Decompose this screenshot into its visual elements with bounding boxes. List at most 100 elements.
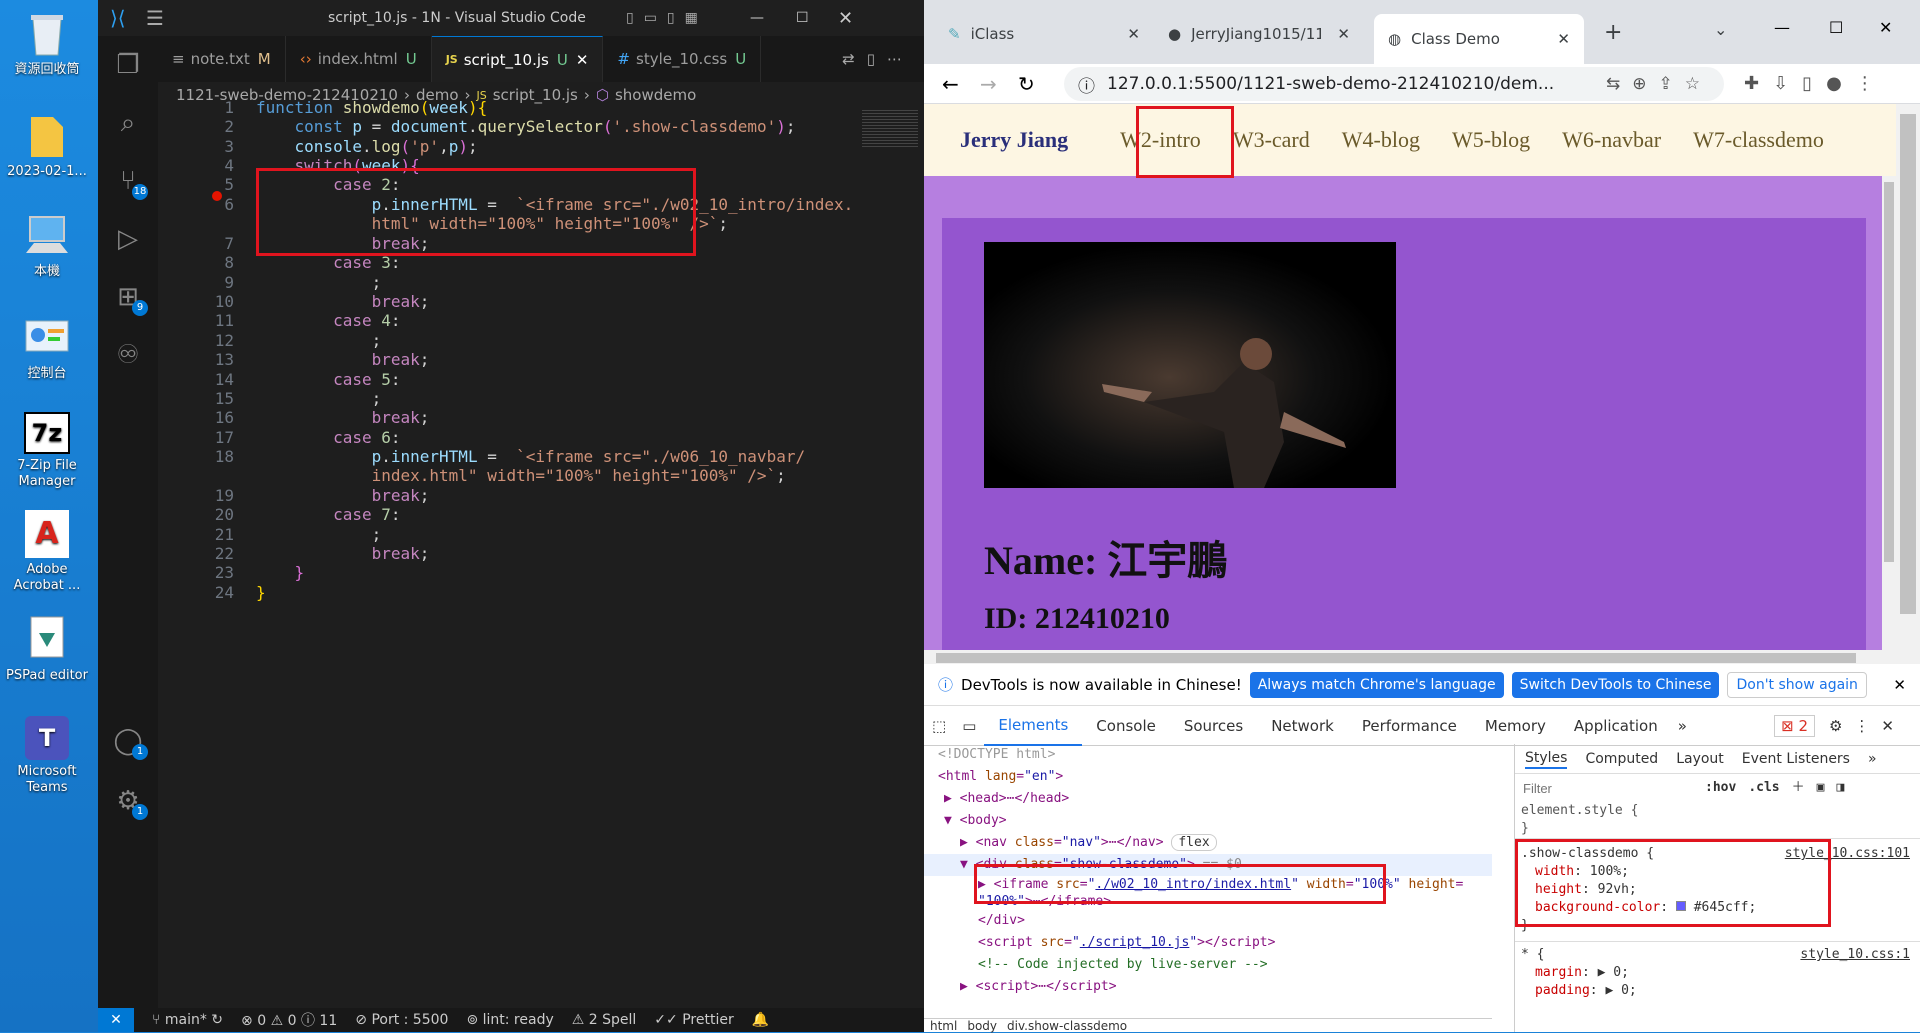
rule-source-link[interactable]: style_10.css:1 [1800,946,1910,964]
styles-filter-input[interactable] [1523,780,1693,796]
dom-crumb[interactable]: body [967,1019,997,1033]
tab-class-demo[interactable]: ◍ Class Demo ✕ [1374,14,1584,64]
tab-iclass[interactable]: ✎ iClass ✕ [934,12,1154,56]
extensions-icon[interactable]: ⊞ 9 [98,268,158,326]
page-scrollbar-right[interactable] [1896,104,1920,664]
info-icon[interactable]: ⓘ [1078,72,1095,97]
spell-indicator[interactable]: ⚠ 2 Spell [572,1012,637,1028]
site-brand[interactable]: Jerry Jiang [924,127,1104,153]
desktop-icon-pspad[interactable]: PSPad editor [0,614,94,684]
maximize-button[interactable]: ☐ [796,10,809,26]
tab-application[interactable]: Application [1560,706,1672,746]
tab-close-icon[interactable]: ✕ [1337,25,1350,43]
address-actions-icons[interactable]: ⇆⊕⇪☆ [1606,74,1712,94]
tab-script-js[interactable]: JS script_10.js U ✕ [431,36,604,82]
editor-actions-icons[interactable]: ⇄▯⋯ [842,36,924,82]
dont-show-again-button[interactable]: Don't show again [1727,671,1867,698]
nav-link-w7-classdemo[interactable]: W7-classdemo [1677,127,1840,153]
desktop-icon-control-panel[interactable]: 控制台 [0,312,94,382]
dom-tree[interactable]: <!DOCTYPE html> <html lang="en"> ▶ <head… [924,744,1492,1008]
line-number: 7 [224,234,234,253]
nav-link-w6-navbar[interactable]: W6-navbar [1546,127,1677,153]
vertical-scrollbar[interactable] [1882,176,1896,664]
match-language-button[interactable]: Always match Chrome's language [1249,671,1504,698]
device-toolbar-icon[interactable]: ▭ [954,717,984,735]
back-icon[interactable]: ← [942,72,959,96]
minimize-button[interactable]: — [1774,18,1790,37]
address-bar[interactable]: ⓘ 127.0.0.1:5500/1121-sweb-demo-212410210… [1064,67,1724,101]
error-badge[interactable]: ⊠ 2 [1774,714,1815,737]
dom-crumb[interactable]: html [930,1019,957,1033]
close-button[interactable]: ✕ [838,8,853,29]
reload-icon[interactable]: ↻ [1018,72,1035,96]
tab-layout[interactable]: Layout [1676,750,1724,768]
remote-icon[interactable]: ✕ [98,1008,134,1032]
accounts-icon[interactable]: ◯ 1 [98,712,158,770]
tab-styles[interactable]: Styles [1525,749,1568,769]
explorer-icon[interactable]: ❐ [98,36,158,94]
tab-network[interactable]: Network [1257,706,1348,746]
tab-note-txt[interactable]: ≡ note.txt M [158,36,286,82]
breadcrumb-item[interactable]: showdemo [615,86,696,104]
code-editor[interactable]: 1 2 3 4 5 6 7 8 9 10 11 12 13 14 15 16 17 18 19 20 21 22 23 24 … [158,98,924,1008]
tab-computed[interactable]: Computed [1585,750,1658,768]
new-tab-button[interactable]: + [1604,20,1622,45]
inspect-icon[interactable]: ⬚ [924,717,954,735]
toolbar-icons[interactable]: ✚⇩▯●⋮ [1744,73,1888,94]
forward-icon[interactable]: → [980,72,997,96]
tab-close-icon[interactable]: ✕ [1557,30,1570,48]
tab-close-icon[interactable]: ✕ [1127,25,1140,43]
desktop-icon-recycle-bin[interactable]: 資源回收筒 [0,8,94,78]
source-control-icon[interactable]: ⑂ 18 [98,152,158,210]
breakpoint-icon[interactable] [212,191,222,201]
tab-github[interactable]: ● JerryJiang1015/112 ✕ [1154,12,1364,56]
minimize-button[interactable]: — [750,10,764,26]
cls-toggle[interactable]: .cls [1748,779,1779,797]
notifications-icon[interactable]: 🔔 [752,1012,769,1028]
close-button[interactable]: ✕ [1879,18,1892,37]
hov-toggle[interactable]: :hov [1705,779,1736,797]
desktop-icon-computer[interactable]: 本機 [0,210,94,280]
tab-index-html[interactable]: ‹› index.html U [286,36,432,82]
tab-style-css[interactable]: # style_10.css U [603,36,762,82]
tab-console[interactable]: Console [1082,706,1170,746]
port-indicator[interactable]: ⊘ Port : 5500 [355,1012,448,1028]
prop-value[interactable]: 0; [1613,965,1629,980]
switch-chinese-button[interactable]: Switch DevTools to Chinese [1511,671,1720,698]
tab-performance[interactable]: Performance [1348,706,1471,746]
tab-search-icon[interactable]: ⌄ [1714,20,1727,39]
tab-sources[interactable]: Sources [1170,706,1257,746]
breadcrumb-item[interactable]: script_10.js [493,86,578,104]
desktop-icon-folder[interactable]: 2023-02-1... [0,110,94,180]
desktop-icon-7zip[interactable]: 7z 7-Zip File Manager [0,412,94,490]
branch-indicator[interactable]: ⑂ main* ↻ [152,1012,223,1028]
nav-link-w4-blog[interactable]: W4-blog [1326,127,1436,153]
prop-value[interactable]: 0; [1621,983,1637,998]
menu-icon[interactable]: ☰ [146,6,164,30]
problems-indicator[interactable]: ⊗ 0 ⚠ 0 ⓘ 11 [241,1010,337,1030]
maximize-button[interactable]: ☐ [1829,18,1843,37]
tab-memory[interactable]: Memory [1471,706,1560,746]
desktop-icon-acrobat[interactable]: A Adobe Acrobat ... [0,510,94,594]
dom-crumb[interactable]: div.show-classdemo [1007,1019,1127,1033]
tab-elements[interactable]: Elements [984,706,1083,746]
desktop-icon-teams[interactable]: T Microsoft Teams [0,716,94,796]
paint-icon[interactable]: ▣ [1817,779,1825,797]
search-icon[interactable]: ⌕ [98,94,158,152]
minimap[interactable] [862,108,918,148]
prettier-indicator[interactable]: ✓✓ Prettier [654,1012,733,1028]
settings-gear-icon[interactable]: ⚙ 1 [98,772,158,830]
sidebar-toggle-icon[interactable]: ◨ [1836,779,1844,797]
more-tabs-icon[interactable]: » [1672,717,1693,735]
layout-toggle-icons[interactable]: ▯▭▯▦ [626,10,708,26]
tab-event-listeners[interactable]: Event Listeners [1742,750,1850,768]
tab-close-icon[interactable]: ✕ [576,51,589,69]
more-tabs-icon[interactable]: » [1868,750,1877,768]
lint-indicator[interactable]: ⊚ lint: ready [466,1012,553,1028]
run-debug-icon[interactable]: ▷ [98,210,158,268]
banner-close-icon[interactable]: ✕ [1893,676,1906,694]
nav-link-w5-blog[interactable]: W5-blog [1436,127,1546,153]
devtools-actions-icons[interactable]: ⚙⋮✕ [1815,717,1920,735]
python-icon[interactable]: ♾ [98,326,158,384]
add-rule-icon[interactable]: ＋ [1792,779,1805,797]
